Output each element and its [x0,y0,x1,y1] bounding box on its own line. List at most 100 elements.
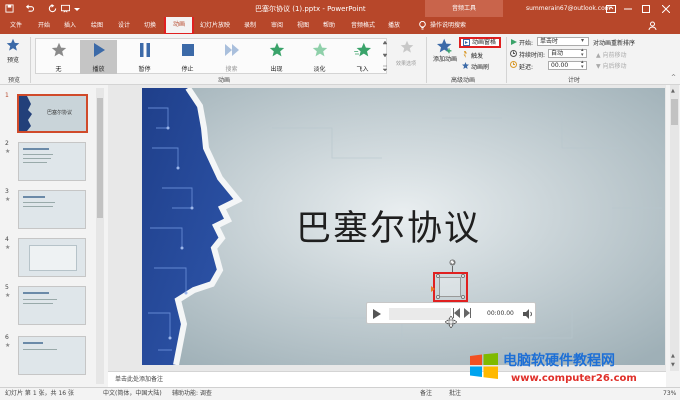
audio-icon[interactable] [439,277,461,297]
delay-value: 00.00 [551,62,569,69]
animation-pause[interactable]: 暂停 [126,40,163,74]
tell-me-search[interactable]: 操作说明搜索 [430,17,466,34]
animation-stop-label: 停止 [181,66,194,73]
tab-home[interactable]: 开始 [38,17,50,34]
tab-review[interactable]: 审阅 [271,17,283,34]
animation-none[interactable]: 无 [40,40,77,74]
animation-appear[interactable]: 出现 [258,40,295,74]
animation-fade-label: 淡化 [313,66,326,73]
ribbon-tab-bar: 文件 开始 插入 绘图 设计 切换 动画 幻灯片放映 录制 审阅 视图 帮助 音… [0,17,680,35]
animation-stop[interactable]: 停止 [169,40,206,74]
redo-icon[interactable] [47,3,58,14]
delay-label: 延迟: [519,64,534,71]
tab-insert[interactable]: 插入 [64,17,76,34]
start-value: 单击时 [540,38,559,45]
trigger-button[interactable]: 触发 [461,50,501,60]
tab-slideshow[interactable]: 幻灯片放映 [200,17,230,34]
notes-placeholder: 单击此处添加备注 [115,376,164,383]
ribbon-display-icon[interactable] [605,3,617,14]
share-icon[interactable] [647,20,658,31]
language-indicator[interactable]: 中文(简体，中国大陆) [103,388,162,400]
preview-button[interactable]: 预览 [3,37,23,71]
context-tool-header: 音频工具 [425,0,503,17]
undo-icon[interactable] [24,3,35,14]
rotate-handle-icon[interactable] [449,259,456,266]
canvas-scroll-thumb[interactable] [671,99,678,125]
minimize-icon[interactable] [622,3,634,14]
thumb-scroll-thumb[interactable] [97,98,103,218]
canvas-scrollbar[interactable]: ▲ ▲ ▼ [670,85,679,371]
slide-title[interactable]: 巴塞尔协议 [296,200,516,251]
preview-group-label: 预览 [8,77,21,84]
zoom-level[interactable]: 73% [663,388,676,400]
add-animation-label: 添加动画 [432,56,457,63]
animation-pause-label: 暂停 [138,66,151,73]
animation-play-label: 播放 [92,66,105,73]
animation-pane-button[interactable]: 动画窗格 [459,37,501,48]
skip-forward-icon[interactable] [463,308,471,320]
duration-spinner-icon[interactable]: ▴ ▾ [581,48,584,58]
slide-thumb-3[interactable] [18,190,86,229]
play-icon [80,40,117,60]
present-icon[interactable] [60,3,71,14]
tab-animations[interactable]: 动画 [164,17,194,35]
audio-progress-track[interactable] [389,308,451,320]
animation-painter-button[interactable]: 动画刷 [461,61,501,71]
slide-thumb-6[interactable] [18,336,86,375]
tab-help[interactable]: 帮助 [323,17,335,34]
animation-none-label: 无 [55,66,62,73]
maximize-icon[interactable] [640,3,652,14]
thumb-number: 3 [5,188,9,195]
thumb-number: 6 [5,334,9,341]
thumb-scrollbar[interactable] [96,88,104,384]
watermark-title: 电脑软硬件教程网 [503,353,615,369]
delay-icon [510,61,518,69]
animation-painter-label: 动画刷 [471,64,490,71]
move-later-button[interactable]: ▼ 向后移动 [596,61,627,70]
volume-icon[interactable] [523,309,533,319]
audio-icon-selection[interactable] [433,272,468,302]
star-fade-icon [301,40,338,60]
current-slide[interactable]: 巴塞尔协议 00:00.00 [142,88,665,365]
account-name[interactable]: summerain67@outlook.com [526,5,611,12]
animation-play[interactable]: 播放 [80,40,117,74]
thumb-anim-star-icon: ★ [5,292,11,299]
collapse-ribbon-icon[interactable]: ^ [671,74,676,81]
move-later-label: 向后移动 [602,63,627,70]
tab-design[interactable]: 设计 [118,17,130,34]
autosave-icon[interactable] [4,3,15,14]
gallery-scroll[interactable] [383,40,387,72]
delay-spinner-icon[interactable]: ▴ ▾ [581,60,584,70]
notes-toggle[interactable]: 备注 [420,388,432,400]
tab-draw[interactable]: 绘图 [91,17,103,34]
animation-fade[interactable]: 淡化 [301,40,338,74]
tab-audio-format[interactable]: 音频格式 [351,17,375,34]
tab-transitions[interactable]: 切换 [144,17,156,34]
close-icon[interactable] [660,3,672,14]
animation-fly-in[interactable]: 飞入 [344,40,381,74]
effect-options-icon [395,38,419,56]
move-earlier-button[interactable]: ▲ 向前移动 [596,50,627,59]
customize-qat-icon[interactable] [73,3,81,14]
animation-seek[interactable]: 搜索 [213,40,250,74]
tab-view[interactable]: 视图 [297,17,309,34]
preview-star-icon [3,37,23,53]
tab-file[interactable]: 文件 [10,17,22,34]
tab-record[interactable]: 录制 [244,17,256,34]
clock-icon [510,50,518,58]
preview-label: 预览 [6,57,19,64]
thumb-number: 4 [5,236,9,243]
slide-thumb-4[interactable] [18,238,86,277]
play-button[interactable] [373,309,382,319]
slide-thumb-2[interactable] [18,142,86,181]
effect-options-label: 效果选项 [395,61,416,67]
effect-options-button[interactable]: 效果选项 [395,38,419,72]
tab-playback[interactable]: 播放 [388,17,400,34]
slide-thumb-1[interactable]: 巴塞尔协议 [17,94,88,133]
comments-toggle[interactable]: 批注 [449,388,461,400]
accessibility-status[interactable]: 辅助功能: 调查 [172,388,212,400]
slide-thumb-5[interactable] [18,286,86,325]
add-animation-button[interactable]: 添加动画 [432,37,458,73]
chevron-down-icon[interactable]: ▾ [581,37,584,44]
status-bar: 幻灯片 第 1 张，共 16 张 中文(简体，中国大陆) 辅助功能: 调查 备注… [0,387,680,400]
